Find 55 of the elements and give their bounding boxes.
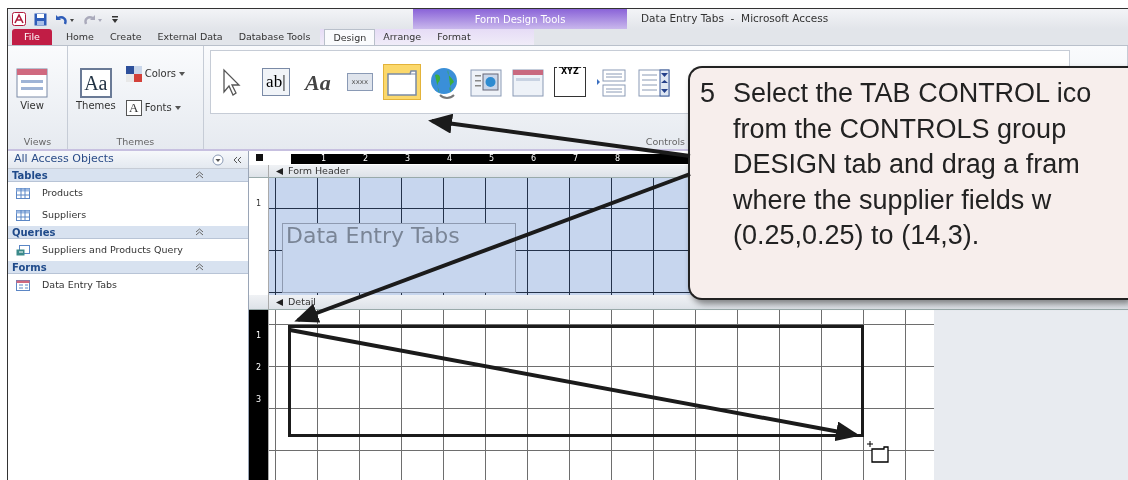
section-marker-icon xyxy=(275,297,284,307)
vertical-ruler: 1 xyxy=(249,178,269,295)
font-icon: A xyxy=(125,99,142,116)
nav-group-header[interactable]: Forms xyxy=(8,261,248,274)
dropdown-circle-icon[interactable] xyxy=(212,153,224,166)
query-icon xyxy=(16,244,30,256)
ribbon-tab[interactable]: Database Tools xyxy=(230,29,319,45)
ribbon-tab[interactable]: Format xyxy=(429,29,479,45)
select-form-icon[interactable] xyxy=(255,154,263,161)
dropdown-icon xyxy=(179,71,185,76)
nav-item[interactable]: Data Entry Tabs xyxy=(8,274,248,296)
section-bar-label: Detail xyxy=(288,294,316,309)
save-icon[interactable] xyxy=(34,12,47,26)
ribbon-tab[interactable]: Create xyxy=(101,29,150,45)
customize-icon[interactable] xyxy=(111,13,119,25)
palette-icon xyxy=(125,65,142,82)
group-label: Views xyxy=(22,135,53,149)
dropdown-icon xyxy=(174,105,181,110)
pane-title: All Access Objects xyxy=(14,151,115,168)
group-label: Themes xyxy=(115,135,156,149)
ribbon-tab[interactable]: External Data xyxy=(149,29,231,45)
step-number: 5 xyxy=(700,77,716,110)
fonts-button[interactable]: A Fonts xyxy=(123,98,187,117)
collapse-pane-icon[interactable] xyxy=(232,154,242,165)
group-label: Controls xyxy=(644,135,687,149)
table-icon xyxy=(16,187,30,199)
table-icon xyxy=(16,209,30,221)
ribbon-tab[interactable]: Design xyxy=(324,29,376,45)
collapse-icon xyxy=(195,171,204,179)
window-title: Data Entry Tabs - Microsoft Access xyxy=(641,11,829,27)
ribbon-tab[interactable]: Arrange xyxy=(375,29,430,45)
file-tab[interactable]: File xyxy=(12,29,52,45)
vertical-ruler: 1 2 3 xyxy=(249,310,269,480)
app-icon xyxy=(12,12,26,26)
control-tool[interactable] xyxy=(382,64,421,100)
section-marker-icon xyxy=(275,166,284,176)
themes-button[interactable]: Aa Themes xyxy=(73,66,118,115)
nav-item[interactable]: Products xyxy=(8,182,248,204)
form-view-icon xyxy=(16,68,48,98)
nav-item[interactable]: Suppliers and Products Query xyxy=(8,239,248,261)
collapse-icon xyxy=(195,228,204,236)
themes-icon: Aa xyxy=(79,68,112,98)
nav-item[interactable]: Suppliers xyxy=(8,204,248,226)
colors-button[interactable]: Colors xyxy=(123,64,187,83)
undo-icon[interactable] xyxy=(55,12,75,26)
ribbon-tab[interactable]: Home xyxy=(57,29,102,45)
nav-group-header[interactable]: Tables xyxy=(8,169,248,182)
collapse-icon xyxy=(195,263,204,271)
form-icon xyxy=(16,279,30,291)
contextual-tab-title: Form Design Tools xyxy=(413,9,627,29)
section-bar-label: Form Header xyxy=(288,163,350,178)
view-button[interactable]: View xyxy=(14,66,50,115)
label-tool[interactable]: Aa xyxy=(298,64,337,100)
folder-cursor-icon xyxy=(867,441,889,463)
nav-group-header[interactable]: Queries xyxy=(8,226,248,239)
